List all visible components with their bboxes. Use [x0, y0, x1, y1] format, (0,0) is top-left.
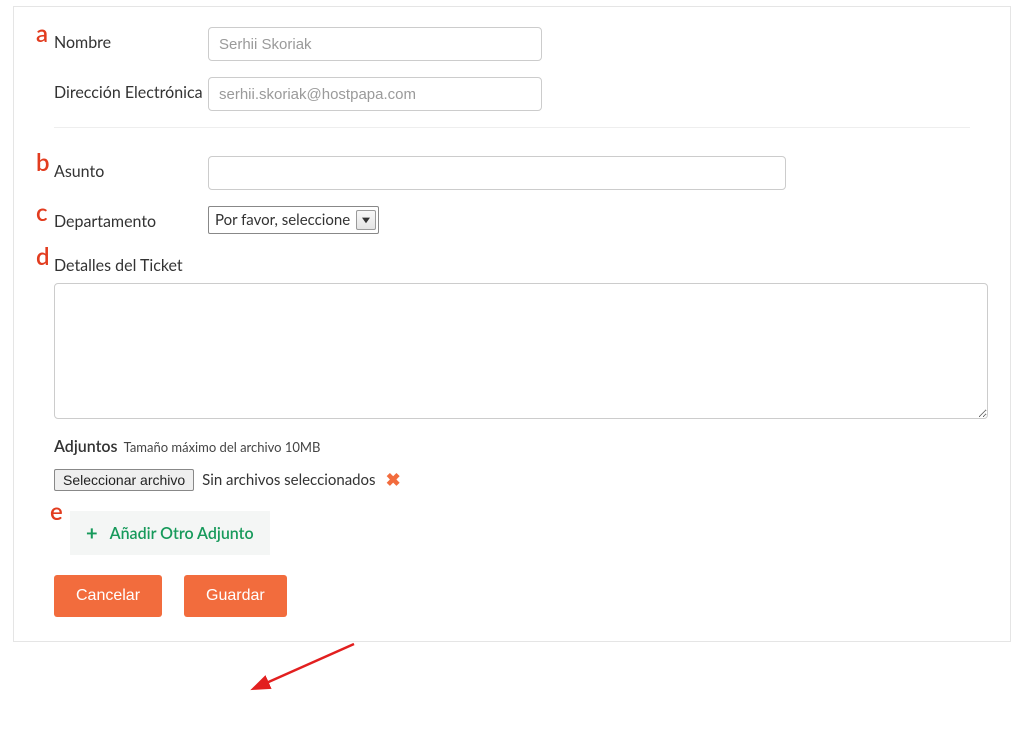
attachments-title: Adjuntos — [54, 437, 118, 456]
row-name: a Nombre — [38, 27, 986, 61]
label-email: Dirección Electrónica — [38, 77, 208, 102]
department-selected-text: Por favor, seleccione — [215, 211, 350, 229]
name-input[interactable] — [208, 27, 542, 61]
row-subject: b Asunto — [38, 156, 986, 190]
subject-input[interactable] — [208, 156, 786, 190]
add-attachment-button[interactable]: + Añadir Otro Adjunto — [70, 511, 270, 555]
file-status-text: Sin archivos seleccionados — [202, 471, 375, 489]
ticket-form-panel: a Nombre Dirección Electrónica b Asunto … — [13, 6, 1011, 642]
divider — [54, 127, 970, 128]
attachments-subtitle: Tamaño máximo del archivo 10MB — [124, 439, 321, 455]
save-button[interactable]: Guardar — [184, 575, 287, 617]
details-textarea[interactable] — [54, 283, 988, 419]
row-details-label: d Detalles del Ticket — [38, 250, 986, 275]
attachments-block: Adjuntos Tamaño máximo del archivo 10MB … — [54, 437, 986, 491]
row-email: Dirección Electrónica — [38, 77, 986, 111]
email-input[interactable] — [208, 77, 542, 111]
add-attachment-label: Añadir Otro Adjunto — [110, 524, 254, 543]
department-select[interactable]: Por favor, seleccione — [208, 206, 379, 234]
cancel-button[interactable]: Cancelar — [54, 575, 162, 617]
dropdown-icon — [356, 210, 376, 230]
arrow-annotation — [244, 632, 364, 702]
annotation-b: b — [36, 148, 50, 177]
label-name: Nombre — [38, 27, 208, 52]
select-file-button[interactable]: Seleccionar archivo — [54, 469, 194, 491]
button-row: Cancelar Guardar — [54, 575, 986, 617]
row-department: c Departamento Por favor, seleccione — [38, 206, 986, 234]
plus-icon: + — [86, 521, 98, 545]
annotation-c: c — [36, 198, 48, 227]
label-subject: Asunto — [38, 156, 208, 181]
label-details: Detalles del Ticket — [38, 250, 183, 275]
label-department: Departamento — [38, 206, 208, 231]
remove-file-icon[interactable]: ✖ — [386, 468, 401, 491]
annotation-a: a — [36, 19, 48, 48]
file-row: Seleccionar archivo Sin archivos selecci… — [54, 468, 986, 491]
annotation-e: e — [50, 497, 63, 526]
annotation-d: d — [36, 242, 50, 271]
